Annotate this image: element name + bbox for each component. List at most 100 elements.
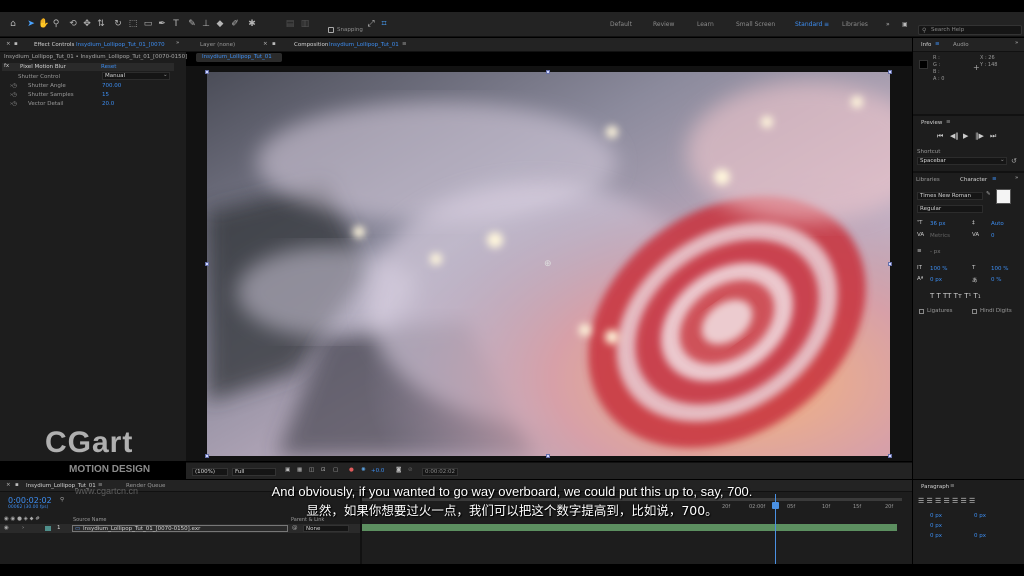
clone-stamp-icon[interactable]: ⊥ (201, 19, 211, 29)
workspace-learn[interactable]: Learn (697, 21, 714, 28)
effect-controls-source[interactable]: Insydium_Lollipop_Tut_01_[0070 (76, 42, 165, 48)
workspace-default[interactable]: Default (610, 21, 632, 28)
exposure-value[interactable]: +0.0 (371, 468, 384, 474)
effect-controls-tab[interactable]: Effect Controls (34, 42, 74, 48)
snap-grid-icon[interactable]: ⌗ (379, 19, 389, 29)
rectangle-tool-icon[interactable]: ▭ (143, 19, 153, 29)
workspace-small-screen[interactable]: Small Screen (736, 21, 775, 28)
panel-menu-icon[interactable]: ≡ (935, 41, 940, 47)
sync-icon[interactable]: ▣ (902, 21, 908, 28)
panel-menu-icon[interactable]: ≡ (992, 176, 997, 182)
close-icon[interactable]: × (263, 41, 268, 47)
audio-tab[interactable]: Audio (953, 42, 969, 48)
workspace-standard[interactable]: Standard (795, 21, 822, 28)
label-color-icon[interactable] (45, 526, 51, 531)
workspace-libraries[interactable]: Libraries (842, 21, 868, 28)
hindi-digits-checkbox[interactable] (972, 309, 977, 314)
rotation-tool-icon[interactable]: ↻ (113, 19, 123, 29)
layer-duration-bar[interactable] (362, 524, 897, 531)
ligatures-checkbox[interactable] (919, 309, 924, 314)
show-snapshot-icon[interactable]: ⊘ (408, 467, 413, 473)
overflow-chevron-icon[interactable]: » (886, 21, 890, 28)
last-frame-icon[interactable]: ⏭ (990, 132, 996, 141)
expand-chevron-icon[interactable]: › (22, 525, 24, 531)
prev-frame-icon[interactable]: ◀‖ (950, 132, 959, 140)
align-icon[interactable]: ▤ (285, 19, 295, 29)
stopwatch-icon[interactable]: ›◷ (10, 101, 17, 107)
font-family-dropdown[interactable]: Times New Roman (917, 192, 983, 200)
transform-handle[interactable] (546, 454, 550, 458)
libraries-tab[interactable]: Libraries (916, 177, 940, 183)
hand-tool-icon[interactable]: ✋ (38, 19, 49, 29)
layer-name-box[interactable]: ▭ Insydium_Lollipop_Tut_01_[0070-0150].e… (72, 525, 288, 532)
pickwhip-icon[interactable]: @ (292, 525, 298, 531)
composition-tab-name[interactable]: Insydium_Lollipop_Tut_01 (329, 42, 399, 48)
transform-handle[interactable] (205, 454, 209, 458)
zoom-tool-icon[interactable]: ⚲ (51, 19, 61, 29)
roto-brush-icon[interactable]: ✐ (230, 19, 240, 29)
layer-tab[interactable]: Layer (none) (200, 42, 235, 48)
info-tab[interactable]: Info (921, 42, 931, 48)
selection-tool-icon[interactable]: ➤ (26, 19, 36, 29)
space-after-value[interactable]: 0 px (974, 533, 986, 539)
horizontal-scale-value[interactable]: 100 % (991, 266, 1008, 272)
space-before-value[interactable]: 0 px (930, 533, 942, 539)
fx-toggle-icon[interactable]: fx (4, 63, 9, 69)
composition-tab[interactable]: Composition (294, 42, 328, 48)
layer-row[interactable]: ◉ › 1 ▭ Insydium_Lollipop_Tut_01_[0070-0… (0, 524, 360, 533)
first-line-indent-value[interactable]: 0 px (930, 523, 942, 529)
distribute-icon[interactable]: ▥ (300, 19, 310, 29)
workspace-menu-icon[interactable]: ≡ (824, 21, 829, 28)
transform-handle[interactable] (888, 262, 892, 266)
type-tool-icon[interactable]: T (171, 19, 181, 29)
font-style-dropdown[interactable]: Regular (917, 205, 983, 213)
close-icon[interactable]: × (6, 41, 11, 47)
transform-handle[interactable] (546, 70, 550, 74)
brush-tool-icon[interactable]: ✎ (187, 19, 197, 29)
zoom-dropdown[interactable]: (100%) (192, 468, 228, 476)
panel-overflow-icon[interactable]: » (1015, 175, 1018, 181)
transform-handle[interactable] (205, 70, 209, 74)
text-style-buttons[interactable]: T T TT Tт T¹ T₁ (930, 292, 981, 300)
move-tool-icon[interactable]: ✥ (82, 19, 92, 29)
transparency-grid-icon[interactable]: ▦ (297, 467, 302, 473)
panel-overflow-icon[interactable]: » (176, 40, 179, 46)
region-of-interest-icon[interactable]: ▣ (285, 467, 290, 473)
eyedropper-icon[interactable]: ✎ (986, 191, 991, 197)
play-icon[interactable]: ▶ (963, 132, 968, 140)
first-frame-icon[interactable]: ⏮ (937, 132, 943, 141)
kerning-value[interactable]: Metrics (930, 233, 950, 239)
transform-handle[interactable] (888, 454, 892, 458)
character-tab[interactable]: Character (960, 177, 987, 183)
parent-dropdown[interactable]: None (303, 525, 349, 532)
baseline-shift-value[interactable]: 0 px (930, 277, 942, 283)
shutter-angle-value[interactable]: 700.00 (102, 83, 121, 89)
camera-tool-icon[interactable]: ⬚ (128, 19, 138, 29)
font-size-value[interactable]: 36 px (930, 221, 946, 227)
panel-menu-icon[interactable]: ≡ (946, 119, 951, 125)
stroke-width-value[interactable]: - px (930, 249, 940, 255)
visibility-icon[interactable]: ◉ (4, 525, 9, 531)
snap-options-icon[interactable]: ⤢ (366, 19, 376, 29)
vector-detail-value[interactable]: 20.0 (102, 101, 114, 107)
transform-handle[interactable] (205, 262, 209, 266)
mask-visibility-icon[interactable]: ◫ (309, 467, 314, 473)
search-help-field[interactable]: ⚲ Search Help (918, 25, 1022, 35)
resolution-dropdown[interactable]: Full (232, 468, 276, 476)
reset-icon[interactable]: ↺ (1011, 157, 1017, 165)
comp-timecode-field[interactable]: 0:00:02:02 (422, 468, 458, 476)
color-channel-icon[interactable]: ● (349, 467, 354, 473)
workspace-review[interactable]: Review (653, 21, 674, 28)
transform-handle[interactable] (888, 70, 892, 74)
orbit-tool-icon[interactable]: ⟲ (68, 19, 78, 29)
shortcut-dropdown[interactable]: Spacebar ⌄ (917, 157, 1007, 165)
shutter-control-dropdown[interactable]: Manual ⌄ (102, 72, 170, 80)
exposure-icon[interactable]: ✺ (361, 467, 366, 473)
shutter-samples-value[interactable]: 15 (102, 92, 109, 98)
snapping-checkbox[interactable] (328, 27, 334, 33)
pen-tool-icon[interactable]: ✒ (157, 19, 167, 29)
puppet-pin-icon[interactable]: ✱ (247, 19, 257, 29)
leading-value[interactable]: Auto (991, 221, 1004, 227)
snapshot-icon[interactable]: ◙ (396, 467, 401, 473)
reset-button[interactable]: Reset (101, 64, 116, 70)
